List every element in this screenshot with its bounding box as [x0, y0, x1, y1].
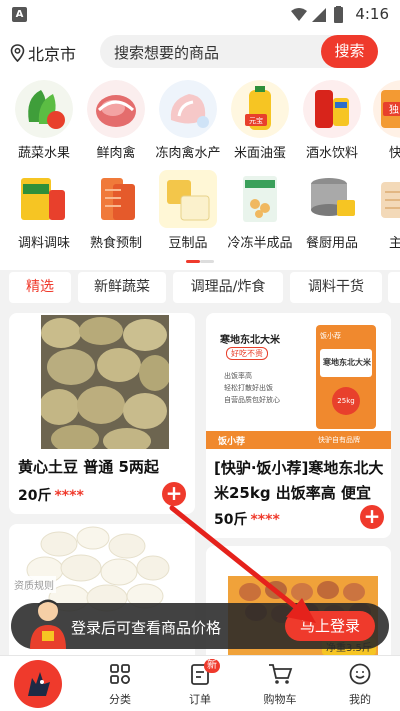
nav-profile[interactable]: 我的: [330, 662, 390, 707]
search-button[interactable]: 搜索: [321, 35, 378, 68]
category-kuailv[interactable]: 独 快驴: [362, 80, 400, 161]
product-title: 黄心土豆 普通 5两起: [18, 458, 159, 476]
category-label: 米面油蛋: [233, 146, 286, 161]
category-label: 鲜肉禽: [96, 146, 136, 161]
search-input[interactable]: 搜索想要的商品: [114, 42, 219, 63]
hidden-price-stars: ****: [250, 512, 280, 528]
top-bar: 北京市 搜索想要的商品 搜索: [0, 30, 400, 74]
location-selector[interactable]: 北京市: [10, 41, 76, 65]
wifi-icon: [291, 8, 307, 21]
login-prompt-text: 登录后可查看商品价格: [71, 619, 222, 637]
category-kitchenware[interactable]: 餐厨用品: [292, 170, 372, 251]
category-label: 餐厨用品: [305, 236, 358, 251]
product-title: [快驴·饭小荐]寒地东北大米25kg 出饭率高 便宜: [214, 459, 384, 502]
seasoning-icon: [15, 170, 73, 228]
prepared-food-icon: [87, 170, 145, 228]
tab-prepared-fried[interactable]: 调理品/炸食: [173, 272, 283, 303]
add-to-cart-button[interactable]: +: [162, 482, 186, 506]
nav-label: 分类: [109, 693, 131, 706]
frozen-food-icon: [231, 170, 289, 228]
category-label: 冷冻半成品: [227, 236, 293, 251]
clock: 4:16: [355, 5, 389, 23]
category-frozen-food[interactable]: 冷冻半成品: [220, 170, 300, 251]
rice-image: 寒地东北大米 好吃不贵 出饭率高 轻松打散好出饭 自营品质包好放心 饭小荐 寒地…: [206, 313, 391, 449]
product-card[interactable]: 黄心土豆 普通 5两起 20斤 **** +: [9, 313, 195, 514]
kitchenware-icon: [303, 170, 361, 228]
tofu-icon: [159, 170, 217, 228]
tab-more[interactable]: [388, 272, 400, 303]
cart-icon: [269, 664, 293, 684]
bottom-navigation: 分类 新 订单 购物车 我的: [0, 655, 400, 711]
status-bar: A 4:16: [0, 0, 400, 30]
staple-food-icon: [373, 170, 400, 228]
category-label: 主食: [388, 236, 400, 251]
status-icons: [291, 6, 343, 23]
new-badge: 新: [204, 659, 220, 673]
category-meat[interactable]: 鲜肉禽: [76, 80, 156, 161]
category-label: 调料调味: [17, 236, 70, 251]
grid-icon: [110, 664, 130, 684]
category-prepared-food[interactable]: 熟食预制: [76, 170, 156, 251]
product-card[interactable]: 寒地东北大米 好吃不贵 出饭率高 轻松打散好出饭 自营品质包好放心 饭小荐 寒地…: [206, 313, 391, 538]
category-label: 冻肉禽水产: [155, 146, 221, 161]
drink-icon: [303, 80, 361, 138]
location-pin-icon: [10, 44, 25, 62]
category-label: 豆制品: [168, 236, 208, 251]
login-banner: 登录后可查看商品价格 马上登录: [11, 599, 389, 649]
nav-label: 订单: [189, 693, 211, 706]
nav-label: 我的: [349, 693, 371, 706]
svg-text:元宝: 元宝: [249, 116, 263, 125]
category-tofu[interactable]: 豆制品: [148, 170, 228, 251]
svg-text:独: 独: [389, 103, 399, 116]
product-unit: 20斤 ****: [18, 488, 84, 504]
category-frozen-meat[interactable]: 冻肉禽水产: [148, 80, 228, 161]
qualification-rules-label[interactable]: 资质规则: [12, 576, 56, 593]
courier-avatar-icon: [30, 599, 66, 649]
search-bar[interactable]: 搜索想要的商品 搜索: [100, 35, 378, 68]
product-unit: 50斤 ****: [214, 512, 280, 528]
tab-featured[interactable]: 精选: [9, 272, 71, 303]
frozen-meat-icon: [159, 80, 217, 138]
category-vegetables[interactable]: 蔬菜水果: [4, 80, 84, 161]
category-pager: [186, 260, 214, 263]
nav-cart[interactable]: 购物车: [250, 662, 310, 707]
add-to-cart-button[interactable]: +: [360, 505, 384, 529]
login-now-button[interactable]: 马上登录: [285, 611, 375, 641]
category-rice-oil[interactable]: 元宝 米面油蛋: [220, 80, 300, 161]
location-city: 北京市: [28, 45, 77, 64]
signal-icon: [312, 8, 326, 22]
category-seasoning[interactable]: 调料调味: [4, 170, 84, 251]
profile-icon: [349, 663, 371, 685]
sim-indicator: A: [12, 7, 27, 22]
battery-icon: [334, 7, 343, 23]
category-label: 蔬菜水果: [17, 146, 70, 161]
nav-orders[interactable]: 新 订单: [170, 659, 230, 707]
tab-dry-seasoning[interactable]: 调料干货: [290, 272, 382, 303]
tab-fresh-vegetables[interactable]: 新鲜蔬菜: [78, 272, 166, 303]
nav-label: 购物车: [263, 693, 297, 706]
category-staple-food[interactable]: 主食: [362, 170, 400, 251]
kuailv-logo-icon[interactable]: [14, 660, 62, 708]
category-grid: 蔬菜水果 鲜肉禽 冻肉禽水产 元宝 米面油蛋 酒水饮料 独 快驴 调料调: [0, 74, 400, 270]
hidden-price-stars: ****: [54, 488, 84, 504]
category-label: 快驴: [388, 146, 400, 161]
oil-icon: 元宝: [231, 80, 289, 138]
category-label: 酒水饮料: [305, 146, 358, 161]
vegetable-icon: [15, 80, 73, 138]
filter-tabs: 精选 新鲜蔬菜 调理品/炸食 调料干货: [0, 272, 400, 306]
nav-category[interactable]: 分类: [90, 662, 150, 707]
potato-image: [41, 315, 169, 449]
category-label: 熟食预制: [89, 236, 142, 251]
category-drinks[interactable]: 酒水饮料: [292, 80, 372, 161]
meat-icon: [87, 80, 145, 138]
kuailv-icon: 独: [373, 80, 400, 138]
